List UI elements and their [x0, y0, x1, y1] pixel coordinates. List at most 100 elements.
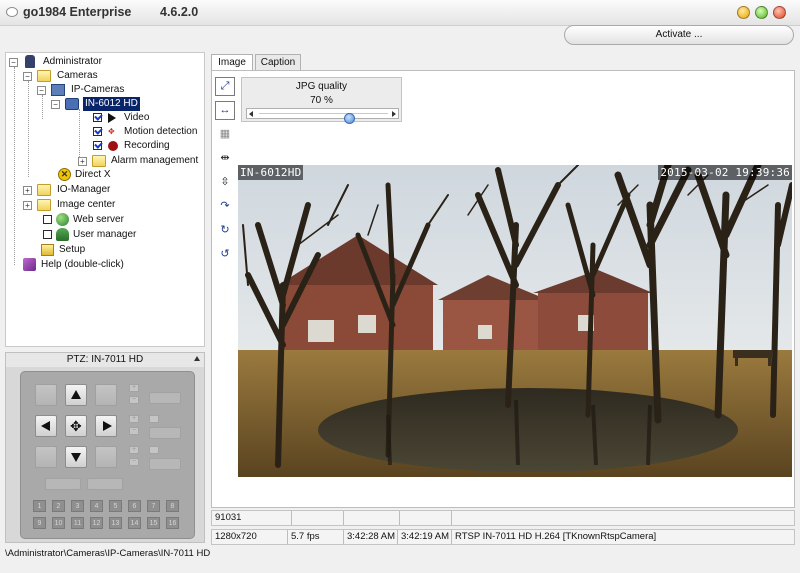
ptz-title: PTZ: IN-7011 HD [6, 353, 204, 367]
folder-icon [37, 199, 51, 211]
ptz-step-field[interactable] [87, 478, 123, 490]
fit-to-window-icon[interactable]: ⤢ [215, 77, 235, 96]
preset-button[interactable]: 5 [109, 500, 122, 512]
zoom-out-button[interactable]: − [129, 396, 139, 404]
ptz-right-button[interactable] [95, 415, 117, 437]
tree-label: Alarm management [111, 155, 199, 166]
ptz-speed-field[interactable] [45, 478, 81, 490]
collapse-icon[interactable]: − [9, 58, 18, 67]
tree-label: Administrator [43, 56, 102, 67]
collapse-icon[interactable]: − [23, 72, 32, 81]
ptz-up-right-button[interactable] [95, 384, 117, 406]
collapse-icon[interactable]: − [51, 100, 60, 109]
tab-image[interactable]: Image [211, 54, 253, 70]
status-cell [292, 511, 344, 525]
flip-horizontal-icon[interactable]: ⇹ [215, 149, 235, 168]
expand-icon[interactable]: + [23, 201, 32, 210]
preset-button[interactable]: 10 [52, 517, 65, 529]
iris-auto-checkbox[interactable] [149, 446, 159, 454]
collapse-icon[interactable]: − [37, 86, 46, 95]
focus-out-button[interactable]: − [129, 427, 139, 435]
users-icon [56, 228, 69, 241]
tree-guide-line [28, 81, 29, 177]
tree-label: Web server [73, 214, 124, 225]
user-manager-checkbox[interactable] [43, 230, 52, 239]
tree-label: IO-Manager [57, 184, 111, 195]
preset-button[interactable]: 16 [166, 517, 179, 529]
ptz-panel: PTZ: IN-7011 HD ✥ + − + − + − 1234567891… [5, 352, 205, 543]
ptz-up-button[interactable] [65, 384, 87, 406]
ptz-down-left-button[interactable] [35, 446, 57, 468]
current-path: \Administrator\Cameras\IP-Cameras\IN-701… [5, 548, 211, 559]
iris-open-button[interactable]: + [129, 446, 139, 454]
globe-icon [56, 213, 69, 226]
motion-detection-checkbox[interactable] [93, 127, 102, 136]
expand-icon[interactable]: + [23, 186, 32, 195]
ptz-home-button[interactable]: ✥ [65, 415, 87, 437]
maximize-button[interactable] [755, 6, 768, 19]
tree-label: IP-Cameras [71, 84, 125, 95]
title-bar: go1984 Enterprise 4.6.2.0 [0, 0, 800, 26]
focus-in-button[interactable]: + [129, 415, 139, 423]
crop-icon[interactable]: ▦ [215, 125, 235, 144]
slider-right-arrow-icon[interactable] [392, 111, 396, 117]
preset-button[interactable]: 15 [147, 517, 160, 529]
web-server-checkbox[interactable] [43, 215, 52, 224]
zoom-field[interactable] [149, 392, 181, 404]
rotate-180-icon[interactable]: ↻ [215, 221, 235, 240]
rotate-270-icon[interactable]: ↺ [215, 245, 235, 264]
arrow-right-icon [103, 421, 112, 431]
flip-vertical-icon[interactable]: ⇳ [215, 173, 235, 192]
play-icon [108, 113, 116, 123]
preset-button[interactable]: 6 [128, 500, 141, 512]
zoom-in-button[interactable]: + [129, 384, 139, 392]
stretch-horizontal-icon[interactable]: ↔ [215, 101, 235, 120]
tree-label: Help (double-click) [41, 259, 124, 270]
recording-checkbox[interactable] [93, 141, 102, 150]
preset-button[interactable]: 13 [109, 517, 122, 529]
preset-button[interactable]: 2 [52, 500, 65, 512]
focus-field[interactable] [149, 427, 181, 439]
preset-button[interactable]: 7 [147, 500, 160, 512]
help-book-icon [23, 258, 36, 271]
preset-button[interactable]: 4 [90, 500, 103, 512]
focus-auto-checkbox[interactable] [149, 415, 159, 423]
minimize-button[interactable] [737, 6, 750, 19]
preset-button[interactable]: 8 [166, 500, 179, 512]
setup-icon [41, 244, 54, 256]
rotate-90-icon[interactable]: ↷ [215, 197, 235, 216]
video-checkbox[interactable] [93, 113, 102, 122]
status-cell [400, 511, 452, 525]
ptz-control-pad: ✥ + − + − + − 1 2 3 4 5 6 7 8 9 10 11 12 13 14 15 16 [20, 371, 195, 539]
preset-button[interactable]: 11 [71, 517, 84, 529]
expand-icon[interactable]: + [78, 157, 87, 166]
osd-camera-name: IN-6012HD [238, 165, 304, 180]
status-bar-top: 91031 [211, 510, 795, 526]
jpg-quality-slider[interactable] [246, 108, 399, 124]
ptz-down-right-button[interactable] [95, 446, 117, 468]
app-title: go1984 Enterprise [23, 5, 132, 19]
status-cell [344, 511, 400, 525]
preset-button[interactable]: 3 [71, 500, 84, 512]
iris-close-button[interactable]: − [129, 458, 139, 466]
preset-button[interactable]: 12 [90, 517, 103, 529]
preset-button[interactable]: 1 [33, 500, 46, 512]
folder-icon [37, 184, 51, 196]
camera-icon [65, 98, 79, 110]
activate-button[interactable]: Activate ... [564, 25, 794, 45]
frame-counter: 91031 [212, 511, 292, 525]
slider-left-arrow-icon[interactable] [249, 111, 253, 117]
tree-guide-line [42, 95, 43, 119]
ptz-up-left-button[interactable] [35, 384, 57, 406]
preset-button[interactable]: 14 [128, 517, 141, 529]
close-button[interactable] [773, 6, 786, 19]
administrator-icon [25, 55, 35, 68]
ptz-down-button[interactable] [65, 446, 87, 468]
preset-button[interactable]: 9 [33, 517, 46, 529]
tree-label: Image center [57, 199, 116, 210]
ptz-left-button[interactable] [35, 415, 57, 437]
frame-rate: 5.7 fps [288, 530, 344, 544]
tab-caption[interactable]: Caption [255, 54, 301, 70]
collapse-panel-icon[interactable] [194, 356, 200, 361]
iris-field[interactable] [149, 458, 181, 470]
